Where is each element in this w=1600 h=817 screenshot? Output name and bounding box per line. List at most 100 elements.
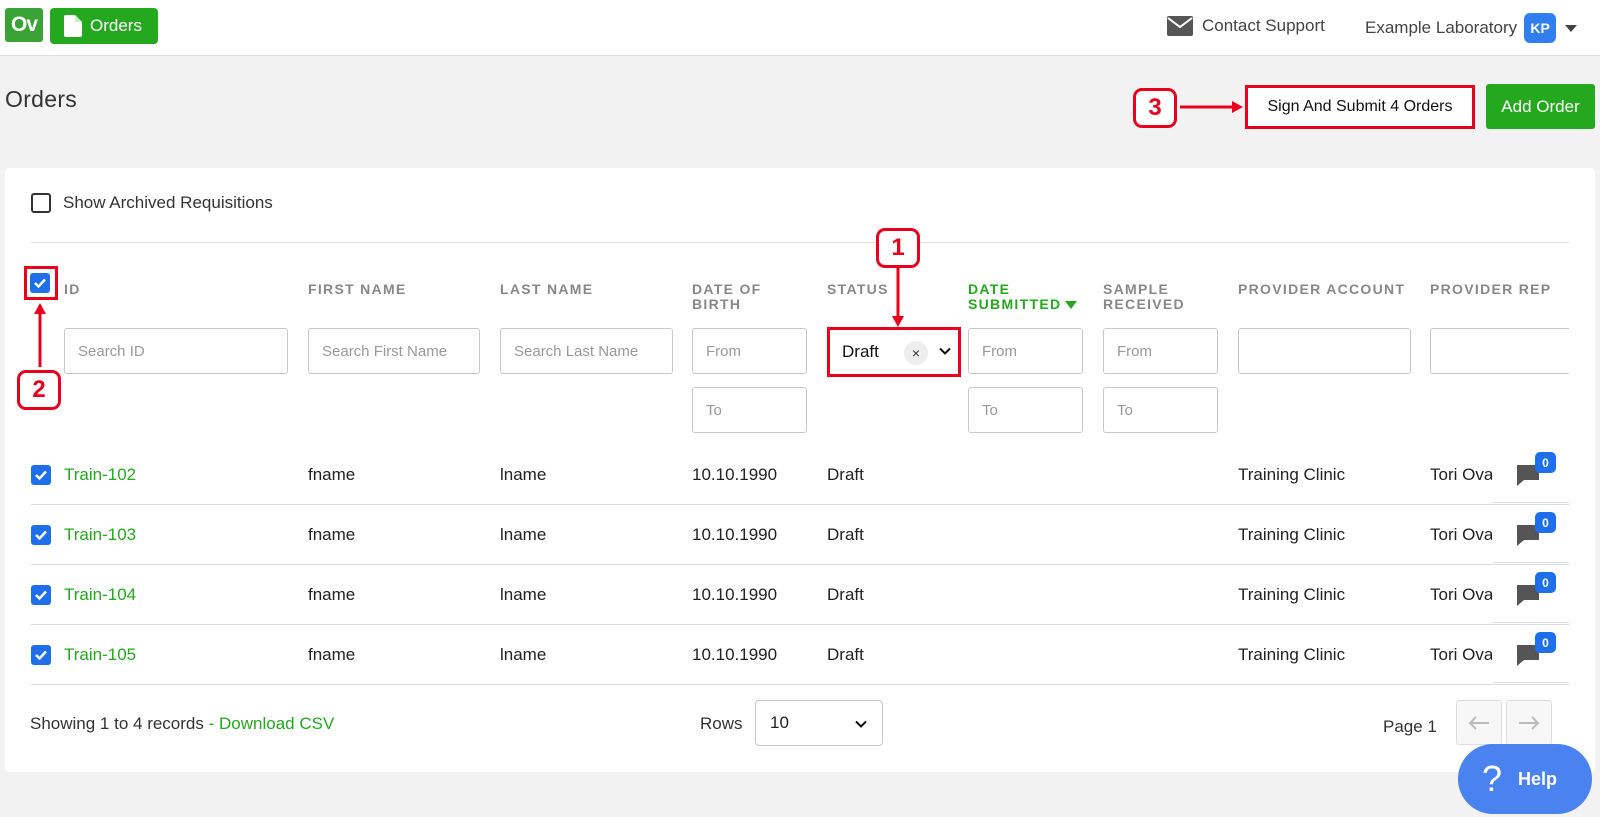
row-dob: 10.10.1990 <box>692 465 778 484</box>
date-submitted-from-input[interactable]: From <box>968 328 1083 374</box>
check-icon <box>35 590 47 601</box>
nav-orders-label: Orders <box>90 16 142 35</box>
rows-label: Rows <box>700 714 743 733</box>
row-checkbox[interactable] <box>31 585 51 605</box>
table-row: Train-104 fname lname 10.10.1990 Draft Traini… <box>31 565 1569 625</box>
clear-icon[interactable]: × <box>904 341 928 365</box>
row-messages-button[interactable]: 0 <box>1493 626 1569 683</box>
column-header-dob[interactable]: DATE OF BIRTH <box>692 282 762 312</box>
row-status: Draft <box>827 525 864 544</box>
row-checkbox[interactable] <box>31 645 51 665</box>
contact-support-label: Contact Support <box>1202 16 1325 35</box>
add-order-button[interactable]: Add Order <box>1486 84 1595 129</box>
column-header-date-submitted-line2: SUBMITTED <box>968 296 1062 312</box>
row-messages-button[interactable]: 0 <box>1493 566 1569 623</box>
provider-account-input[interactable] <box>1238 328 1411 374</box>
message-count-badge: 0 <box>1535 632 1556 653</box>
download-csv-link[interactable]: - Download CSV <box>209 714 335 733</box>
help-question-icon: ? <box>1482 758 1503 799</box>
dob-to-input[interactable]: To <box>692 387 807 433</box>
chevron-down-icon <box>855 720 867 728</box>
chevron-down-icon <box>1565 24 1578 32</box>
envelope-icon <box>1167 16 1193 36</box>
show-archived-label: Show Archived Requisitions <box>63 193 273 212</box>
divider <box>31 242 1569 243</box>
row-first-name: fname <box>308 585 356 604</box>
row-first-name: fname <box>308 525 356 544</box>
row-dob: 10.10.1990 <box>692 645 778 664</box>
row-messages-button[interactable]: 0 <box>1493 446 1569 503</box>
row-id-link[interactable]: Train-102 <box>64 465 136 485</box>
sort-desc-icon <box>1065 301 1078 310</box>
table-row: Train-105 fname lname 10.10.1990 Draft Traini… <box>31 625 1569 685</box>
contact-support-link[interactable]: Contact Support <box>1167 16 1325 36</box>
row-checkbox[interactable] <box>31 525 51 545</box>
check-icon <box>35 530 47 541</box>
column-header-provider-account[interactable]: PROVIDER ACCOUNT <box>1238 282 1405 297</box>
column-header-provider-rep[interactable]: PROVIDER REP <box>1430 282 1551 297</box>
row-dob: 10.10.1990 <box>692 525 778 544</box>
row-dob: 10.10.1990 <box>692 585 778 604</box>
show-archived-toggle[interactable]: Show Archived Requisitions <box>31 193 273 213</box>
arrow-right-icon <box>1519 715 1540 730</box>
row-provider-account: Training Clinic <box>1238 645 1346 664</box>
row-provider-account: Training Clinic <box>1238 525 1346 544</box>
rows-per-page-select[interactable]: 10 <box>755 700 883 746</box>
show-archived-checkbox[interactable] <box>31 193 51 213</box>
sign-and-submit-button[interactable]: Sign And Submit 4 Orders <box>1245 85 1475 129</box>
row-provider-account: Training Clinic <box>1238 465 1346 484</box>
help-label: Help <box>1518 768 1558 789</box>
records-summary: Showing 1 to 4 records - Download CSV <box>30 714 334 734</box>
row-id-link[interactable]: Train-105 <box>64 645 136 665</box>
provider-rep-input[interactable] <box>1430 328 1569 374</box>
app-logo[interactable]: Ov <box>5 8 43 42</box>
row-checkbox[interactable] <box>31 465 51 485</box>
row-provider-rep: Tori Ova <box>1430 585 1492 604</box>
annotation-box-select-all <box>24 266 58 300</box>
annotation-marker-2: 2 <box>17 370 61 410</box>
search-id-input[interactable]: Search ID <box>64 328 288 374</box>
message-count-badge: 0 <box>1535 512 1556 533</box>
page-title: Orders <box>5 86 78 112</box>
row-last-name: lname <box>500 585 547 604</box>
column-header-date-submitted-line1: DATE <box>968 281 1011 297</box>
sample-received-to-input[interactable]: To <box>1103 387 1218 433</box>
message-count-badge: 0 <box>1535 452 1556 473</box>
column-header-sample-received-line1: SAMPLE <box>1103 281 1170 297</box>
nav-orders-button[interactable]: Orders <box>50 8 158 44</box>
search-last-name-input[interactable]: Search Last Name <box>500 328 673 374</box>
row-provider-account: Training Clinic <box>1238 585 1346 604</box>
row-id-link[interactable]: Train-104 <box>64 585 136 605</box>
row-last-name: lname <box>500 525 547 544</box>
document-icon <box>64 15 82 37</box>
search-first-name-input[interactable]: Search First Name <box>308 328 480 374</box>
prev-page-button[interactable] <box>1456 700 1502 745</box>
row-last-name: lname <box>500 465 547 484</box>
dob-from-input[interactable]: From <box>692 328 807 374</box>
next-page-button[interactable] <box>1506 700 1552 745</box>
top-bar: Ov Orders Contact Support Example Labora… <box>0 0 1600 56</box>
row-messages-button[interactable]: 0 <box>1493 506 1569 563</box>
row-provider-rep: Tori Ova <box>1430 525 1492 544</box>
column-header-first-name[interactable]: FIRST NAME <box>308 282 407 297</box>
column-header-last-name[interactable]: LAST NAME <box>500 282 593 297</box>
status-filter-select[interactable]: Draft × <box>827 327 961 377</box>
row-id-link[interactable]: Train-103 <box>64 525 136 545</box>
account-menu[interactable]: Example Laboratory KP <box>1365 13 1578 43</box>
records-count: Showing 1 to 4 records <box>30 714 204 733</box>
rows-per-page-value: 10 <box>770 713 789 732</box>
column-header-status[interactable]: STATUS <box>827 282 889 297</box>
help-button[interactable]: ? Help <box>1458 744 1592 814</box>
column-header-id[interactable]: ID <box>64 282 81 297</box>
column-header-date-submitted[interactable]: DATE SUBMITTED <box>968 281 1078 312</box>
avatar: KP <box>1524 13 1557 43</box>
arrow-left-icon <box>1468 715 1489 730</box>
row-status: Draft <box>827 585 864 604</box>
row-status: Draft <box>827 465 864 484</box>
row-last-name: lname <box>500 645 547 664</box>
table-row: Train-103 fname lname 10.10.1990 Draft Traini… <box>31 505 1569 565</box>
column-header-sample-received[interactable]: SAMPLE RECEIVED <box>1103 282 1185 312</box>
status-filter-value: Draft <box>842 342 879 361</box>
date-submitted-to-input[interactable]: To <box>968 387 1083 433</box>
sample-received-from-input[interactable]: From <box>1103 328 1218 374</box>
